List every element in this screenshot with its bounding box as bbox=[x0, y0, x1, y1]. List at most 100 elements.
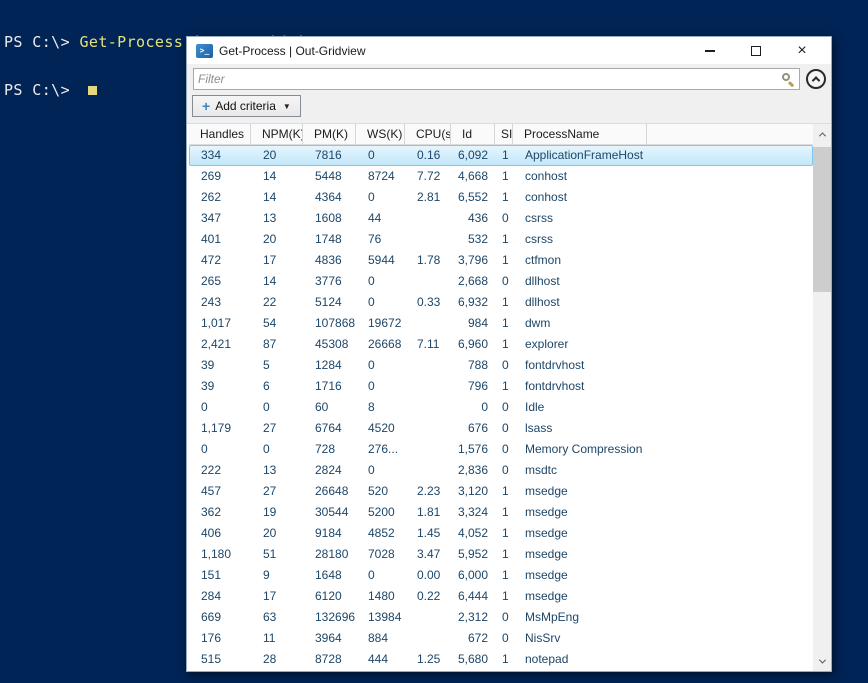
process-grid: HandlesNPM(K)PM(K)WS(K)CPU(s)IdSIProcess… bbox=[187, 124, 831, 671]
cell-pm: 28180 bbox=[315, 547, 349, 561]
cell-npm: 20 bbox=[263, 232, 277, 246]
cell-si: 1 bbox=[502, 232, 509, 246]
table-row[interactable]: 472 17 4836 5944 1.78 3,796 1 ctfmon bbox=[189, 250, 813, 271]
cell-pm: 2824 bbox=[315, 463, 342, 477]
cell-cpu bbox=[406, 230, 452, 249]
cell-pm: 4836 bbox=[315, 253, 342, 267]
cell-id: 3,796 bbox=[457, 253, 488, 267]
table-row[interactable]: 243 22 5124 0 0.33 6,932 1 dllhost bbox=[189, 292, 813, 313]
add-criteria-button[interactable]: + Add criteria ▼ bbox=[192, 95, 301, 117]
table-row[interactable]: 669 63 132696 13984 2,312 0 MsMpEng bbox=[189, 607, 813, 628]
cell-pm: 5124 bbox=[315, 295, 342, 309]
scroll-up-button[interactable] bbox=[813, 124, 831, 145]
maximize-button[interactable] bbox=[733, 37, 779, 64]
table-row[interactable]: 457 27 26648 520 2.23 3,120 1 msedge bbox=[189, 481, 813, 502]
table-row[interactable]: 151 9 1648 0 0.00 6,000 1 msedge bbox=[189, 565, 813, 586]
cell-npm: 13 bbox=[263, 211, 277, 225]
table-row[interactable]: 269 14 5448 8724 7.72 4,668 1 conhost bbox=[189, 166, 813, 187]
minimize-icon bbox=[705, 49, 715, 52]
cell-id: 436 bbox=[467, 211, 488, 225]
cell-processname: dwm bbox=[525, 316, 551, 330]
column-header-id[interactable]: Id bbox=[451, 124, 495, 145]
cell-cpu bbox=[406, 356, 452, 375]
titlebar[interactable]: >_ Get-Process | Out-Gridview × bbox=[187, 37, 831, 64]
cell-pm: 45308 bbox=[315, 337, 349, 351]
scrollbar-track[interactable] bbox=[813, 145, 831, 652]
cell-handles: 176 bbox=[201, 631, 222, 645]
cell-ws: 19672 bbox=[368, 316, 402, 330]
table-row[interactable]: 2,421 87 45308 26668 7.11 6,960 1 explorer bbox=[189, 334, 813, 355]
column-header-pm[interactable]: PM(K) bbox=[303, 124, 356, 145]
column-header-ws[interactable]: WS(K) bbox=[356, 124, 405, 145]
plus-icon: + bbox=[202, 98, 211, 114]
table-row[interactable]: 0 0 728 276... 1,576 0 Memory Compression bbox=[189, 439, 813, 460]
cell-handles: 401 bbox=[201, 232, 222, 246]
cell-ws: 5944 bbox=[368, 253, 395, 267]
cell-si: 1 bbox=[502, 190, 509, 204]
cell-cpu: 1.25 bbox=[417, 652, 441, 666]
out-gridview-window: >_ Get-Process | Out-Gridview × + Add cr… bbox=[186, 36, 832, 672]
column-header-filler bbox=[647, 124, 813, 145]
cell-id: 2,668 bbox=[457, 274, 488, 288]
column-header-processname[interactable]: ProcessName bbox=[513, 124, 647, 145]
filter-row bbox=[187, 64, 831, 93]
filter-input[interactable] bbox=[194, 69, 780, 88]
scroll-down-button[interactable] bbox=[813, 652, 831, 671]
cell-si: 1 bbox=[502, 547, 509, 561]
collapse-criteria-button[interactable] bbox=[806, 68, 826, 89]
table-row[interactable]: 1,180 51 28180 7028 3.47 5,952 1 msedge bbox=[189, 544, 813, 565]
cell-processname: msedge bbox=[525, 505, 568, 519]
cell-npm: 28 bbox=[263, 652, 277, 666]
toolbar: + Add criteria ▼ bbox=[187, 64, 831, 124]
cell-ws: 44 bbox=[368, 211, 382, 225]
cell-processname: csrss bbox=[525, 232, 553, 246]
cell-pm: 728 bbox=[315, 442, 336, 456]
table-row[interactable]: 39 6 1716 0 796 1 fontdrvhost bbox=[189, 376, 813, 397]
cell-si: 0 bbox=[502, 463, 509, 477]
table-row[interactable]: 39 5 1284 0 788 0 fontdrvhost bbox=[189, 355, 813, 376]
cell-id: 788 bbox=[467, 358, 488, 372]
column-header-cpu[interactable]: CPU(s) bbox=[405, 124, 451, 145]
column-header-handles[interactable]: Handles bbox=[189, 124, 251, 145]
cell-handles: 262 bbox=[201, 190, 222, 204]
cell-si: 1 bbox=[502, 652, 509, 666]
cell-ws: 0 bbox=[368, 463, 375, 477]
cell-handles: 151 bbox=[201, 568, 222, 582]
table-row[interactable]: 334 20 7816 0 0.16 6,092 1 ApplicationFrameHost bbox=[189, 145, 813, 166]
cell-handles: 222 bbox=[201, 463, 222, 477]
cell-id: 3,120 bbox=[457, 484, 488, 498]
cell-pm: 26648 bbox=[315, 484, 349, 498]
column-header-si[interactable]: SI bbox=[495, 124, 513, 145]
cell-id: 5,952 bbox=[457, 547, 488, 561]
cell-ws: 0 bbox=[368, 190, 375, 204]
table-row[interactable]: 515 28 8728 444 1.25 5,680 1 notepad bbox=[189, 649, 813, 670]
cell-processname: ApplicationFrameHost bbox=[525, 148, 644, 162]
table-row[interactable]: 262 14 4364 0 2.81 6,552 1 conhost bbox=[189, 187, 813, 208]
cell-si: 1 bbox=[502, 253, 509, 267]
column-header-npm[interactable]: NPM(K) bbox=[251, 124, 303, 145]
cell-npm: 9 bbox=[263, 568, 270, 582]
table-row[interactable]: 406 20 9184 4852 1.45 4,052 1 msedge bbox=[189, 523, 813, 544]
cell-npm: 20 bbox=[263, 526, 277, 540]
table-row[interactable]: 176 11 3964 884 672 0 NisSrv bbox=[189, 628, 813, 649]
scrollbar-thumb[interactable] bbox=[813, 147, 831, 292]
table-row[interactable]: 284 17 6120 1480 0.22 6,444 1 msedge bbox=[189, 586, 813, 607]
close-button[interactable]: × bbox=[779, 37, 825, 64]
cell-ws: 0 bbox=[368, 358, 375, 372]
vertical-scrollbar[interactable] bbox=[813, 124, 831, 671]
table-row[interactable]: 1,179 27 6764 4520 676 0 lsass bbox=[189, 418, 813, 439]
table-row[interactable]: 362 19 30544 5200 1.81 3,324 1 msedge bbox=[189, 502, 813, 523]
table-row[interactable]: 401 20 1748 76 532 1 csrss bbox=[189, 229, 813, 250]
table-row[interactable]: 265 14 3776 0 2,668 0 dllhost bbox=[189, 271, 813, 292]
minimize-button[interactable] bbox=[687, 37, 733, 64]
cell-si: 1 bbox=[502, 568, 509, 582]
cell-ws: 5200 bbox=[368, 505, 395, 519]
table-row[interactable]: 222 13 2824 0 2,836 0 msdtc bbox=[189, 460, 813, 481]
table-row[interactable]: 347 13 1608 44 436 0 csrss bbox=[189, 208, 813, 229]
table-row[interactable]: 1,017 54 107868 19672 984 1 dwm bbox=[189, 313, 813, 334]
cell-processname: MsMpEng bbox=[525, 610, 580, 624]
cell-pm: 1284 bbox=[315, 358, 342, 372]
cell-ws: 0 bbox=[368, 148, 375, 162]
cell-processname: notepad bbox=[525, 652, 569, 666]
table-row[interactable]: 0 0 60 8 0 0 Idle bbox=[189, 397, 813, 418]
